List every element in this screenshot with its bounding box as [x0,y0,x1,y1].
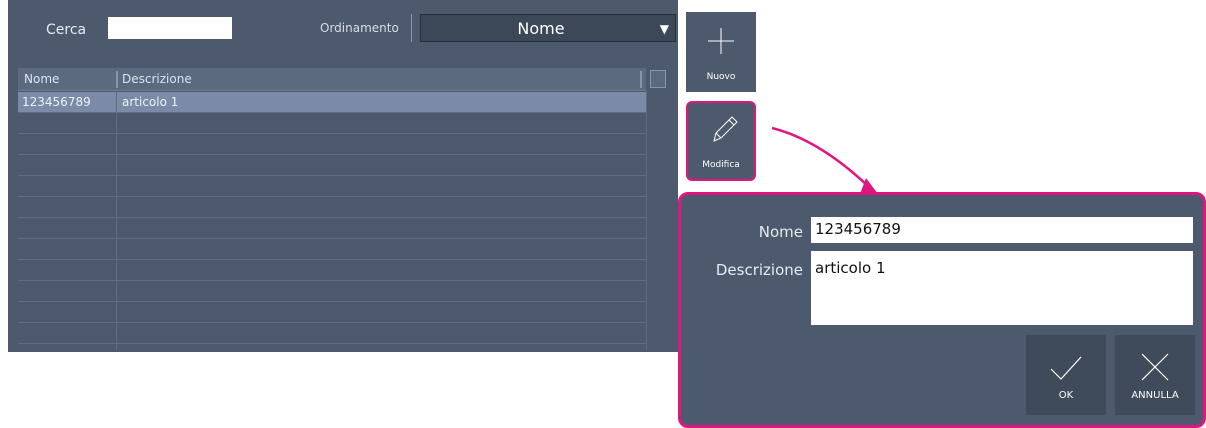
table-row-empty [18,197,646,218]
ok-button-label: OK [1058,390,1074,401]
ok-button[interactable]: OK [1026,335,1106,415]
pencil-icon [713,116,738,142]
column-gridline [116,91,117,350]
table-row[interactable]: 123456789 articolo 1 [18,92,646,113]
descrizione-label: Descrizione [715,261,803,279]
table-header: Nome Descrizione [18,68,646,91]
table-row-empty [18,260,646,281]
chevron-down-icon: ▼ [659,22,669,36]
table-row-empty [18,218,646,239]
sort-select[interactable]: Nome ▼ [420,14,676,42]
table-row-empty [18,113,646,134]
checkmark-icon [1050,356,1082,380]
table-row-empty [18,134,646,155]
column-divider[interactable] [640,71,642,88]
descrizione-field[interactable]: articolo 1 [811,251,1193,325]
table-row-empty [18,323,646,344]
edit-button[interactable]: Modifica [686,101,756,181]
edit-button-label: Modifica [702,160,740,170]
search-label: Cerca [46,22,87,38]
cell-descrizione: articolo 1 [122,95,179,109]
column-divider[interactable] [116,71,118,88]
column-chooser-button[interactable] [650,70,666,88]
search-input[interactable] [108,17,232,39]
close-icon [1141,353,1169,381]
nome-field[interactable]: 123456789 [811,217,1193,243]
new-button-label: Nuovo [706,72,736,82]
plus-icon [708,28,734,54]
column-gridline [646,91,647,350]
nome-label: Nome [758,223,803,241]
column-header-descrizione[interactable]: Descrizione [122,72,192,86]
table-row-empty [18,239,646,260]
sort-select-value: Nome [517,19,565,38]
table-row-empty [18,302,646,323]
cancel-button-label: ANNULLA [1131,390,1179,401]
cancel-button[interactable]: ANNULLA [1115,335,1195,415]
column-header-nome[interactable]: Nome [24,72,59,86]
sort-label: Ordinamento [320,21,399,35]
sort-separator [411,14,412,42]
edit-dialog: Nome 123456789 Descrizione articolo 1 OK… [678,192,1206,428]
table-row-empty [18,176,646,197]
new-button[interactable]: Nuovo [686,12,756,92]
cell-nome: 123456789 [22,95,91,109]
table-row-empty [18,281,646,302]
table-row-empty [18,155,646,176]
items-table: Nome Descrizione 123456789 articolo 1 [18,68,669,350]
